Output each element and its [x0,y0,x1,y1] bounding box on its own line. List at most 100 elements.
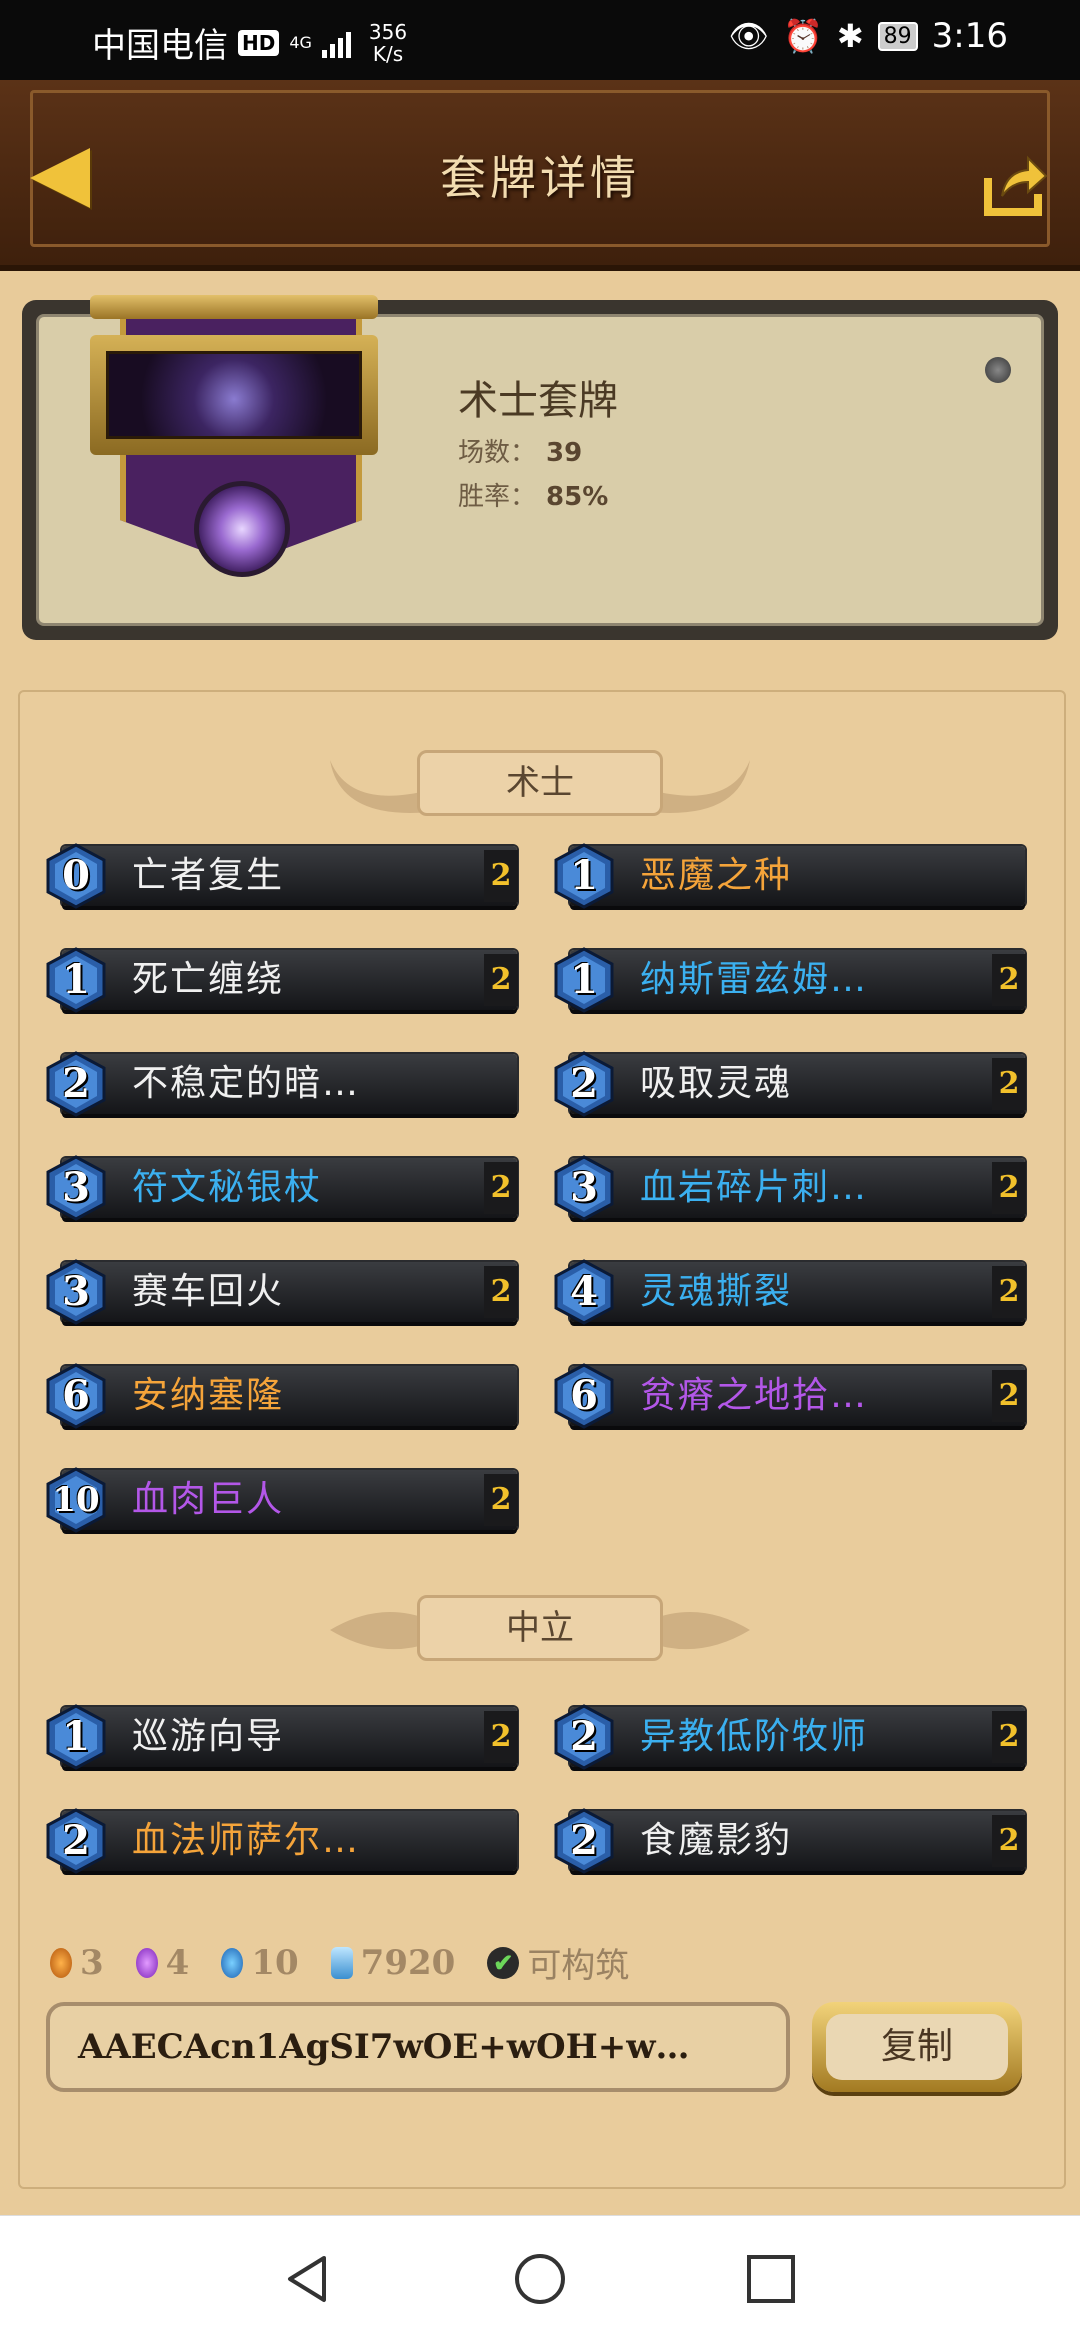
card-name: 不稳定的暗… [132,1063,361,1104]
copy-button[interactable]: 复制 [812,2002,1022,2092]
winrate-value: 85% [546,482,609,512]
card-row[interactable]: 2 血法师萨尔… [42,1807,522,1875]
card-name: 亡者复生 [132,855,285,896]
network-type: 4G [289,32,312,52]
card-row[interactable]: 1 死亡缠绕 2 [42,946,522,1014]
class-banner [90,295,378,595]
card-row[interactable]: 3 符文秘银杖 2 [42,1154,522,1222]
legendary-count: 3 [80,1942,104,1983]
card-name: 赛车回火 [132,1271,285,1312]
speed-value: 356 [368,19,408,44]
clock: 3:16 [931,16,1008,56]
card-cost: 1 [62,1713,90,1760]
card-cost: 1 [570,852,598,899]
card-row[interactable]: 0 亡者复生 2 [42,842,522,910]
card-cost: 0 [62,852,90,899]
status-left: 中国电信 HD 4G 356 K/s [92,18,407,67]
card-count: 2 [992,1162,1026,1214]
deck-code-field[interactable]: AAECAcn1AgSI7wOE+wOH+w… [46,2002,790,2092]
card-cost: 1 [570,956,598,1003]
card-cost: 4 [570,1268,598,1315]
neutral-section-label: 中立 [417,1595,663,1661]
card-row[interactable]: 6 安纳塞隆 [42,1362,522,1430]
card-cost: 2 [62,1060,90,1107]
card-cost: 3 [62,1164,90,1211]
card-name: 血法师萨尔… [132,1820,361,1861]
card-cost: 2 [570,1060,598,1107]
warlock-class-icon [194,481,290,577]
page-title: 套牌详情 [440,151,640,205]
pin-icon [985,357,1011,383]
card-row[interactable]: 2 异教低阶牧师 2 [550,1703,1030,1771]
card-cost: 2 [62,1817,90,1864]
card-row[interactable]: 1 巡游向导 2 [42,1703,522,1771]
card-count: 2 [484,1711,518,1763]
games-label: 场数： [458,438,537,468]
nav-home-icon[interactable] [513,2252,567,2306]
check-icon: ✔ [487,1946,520,1979]
deck-name: 术士套牌 [458,378,618,424]
card-count: 2 [484,1474,518,1526]
card-count: 2 [992,1058,1026,1110]
hero-portrait [90,335,378,455]
status-right: 👁 ⏰ ✱ 89 3:16 [728,16,1008,56]
share-button[interactable] [980,150,1050,220]
battery-icon: 89 [877,21,918,51]
signal-icon [321,28,351,58]
banner-rod [90,295,378,319]
card-count: 2 [992,954,1026,1006]
card-name: 符文秘银杖 [132,1167,323,1208]
card-cost: 1 [62,956,90,1003]
nav-back-icon[interactable] [282,2252,336,2306]
arcane-dust-icon [330,1946,353,1979]
card-name: 血岩碎片刺… [640,1167,869,1208]
winrate-stat: 胜率： 85% [458,476,608,513]
nav-recents-icon[interactable] [744,2252,798,2306]
card-row[interactable]: 1 纳斯雷兹姆… 2 [550,946,1030,1014]
games-value: 39 [546,438,583,468]
card-row[interactable]: 4 灵魂撕裂 2 [550,1258,1030,1326]
carrier-name: 中国电信 [92,26,228,66]
card-row[interactable]: 6 贫瘠之地拾… 2 [550,1362,1030,1430]
card-row[interactable]: 2 食魔影豹 2 [550,1807,1030,1875]
card-name: 死亡缠绕 [132,959,285,1000]
card-row[interactable]: 3 血岩碎片刺… 2 [550,1154,1030,1222]
rare-count: 10 [251,1942,299,1983]
share-icon [984,155,1048,216]
card-row[interactable]: 1 恶魔之种 [550,842,1030,910]
card-count: 2 [992,1266,1026,1318]
card-name: 吸取灵魂 [640,1063,793,1104]
card-cost: 3 [570,1164,598,1211]
header: 套牌详情 [0,80,1080,271]
card-count: 2 [992,1370,1026,1422]
card-count: 2 [484,1266,518,1318]
card-name: 异教低阶牧师 [640,1716,869,1757]
deck-summary: 3 4 10 7920 ✔ 可构筑 [50,1938,629,1987]
card-row[interactable]: 2 不稳定的暗… [42,1050,522,1118]
card-name: 食魔影豹 [640,1820,793,1861]
card-cost: 2 [570,1817,598,1864]
card-row[interactable]: 2 吸取灵魂 2 [550,1050,1030,1118]
card-count: 2 [484,1162,518,1214]
screen: 中国电信 HD 4G 356 K/s 👁 ⏰ ✱ 89 3:16 套牌详情 术士… [0,0,1080,2340]
card-cost: 10 [52,1480,100,1520]
card-name: 血肉巨人 [132,1479,285,1520]
card-count: 2 [992,1815,1026,1867]
status-bar: 中国电信 HD 4G 356 K/s 👁 ⏰ ✱ 89 3:16 [0,0,1080,80]
games-stat: 场数： 39 [458,432,582,469]
card-name: 灵魂撕裂 [640,1271,793,1312]
card-name: 恶魔之种 [640,855,793,896]
class-section-label: 术士 [417,750,663,816]
card-cost: 6 [62,1372,90,1419]
card-name: 纳斯雷兹姆… [640,959,869,1000]
hd-badge: HD [238,29,280,56]
hero-portrait-image [106,351,362,439]
copy-button-label: 复制 [826,2014,1008,2080]
card-cost: 6 [570,1372,598,1419]
card-name: 安纳塞隆 [132,1375,285,1416]
card-row[interactable]: 3 赛车回火 2 [42,1258,522,1326]
card-name: 贫瘠之地拾… [640,1375,869,1416]
winrate-label: 胜率： [458,482,537,512]
card-row[interactable]: 10 血肉巨人 2 [42,1466,522,1534]
card-count: 2 [484,954,518,1006]
